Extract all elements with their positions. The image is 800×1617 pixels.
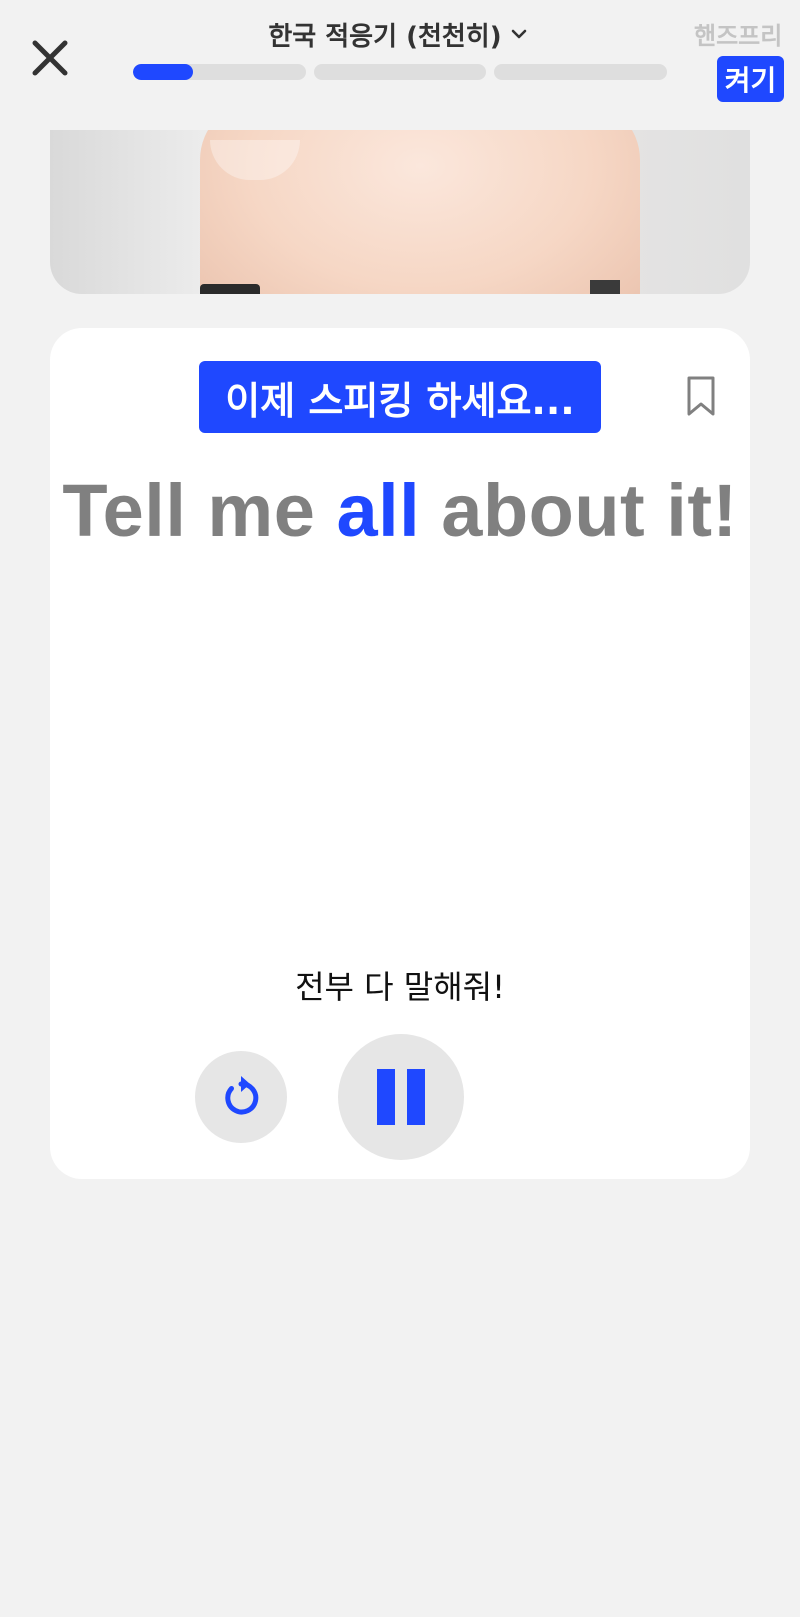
bookmark-button[interactable]: [686, 375, 716, 417]
progress-segment: [133, 64, 306, 80]
sentence-text-after: about it!: [420, 469, 738, 552]
lesson-progress: [133, 64, 668, 80]
replay-button[interactable]: [195, 1051, 287, 1143]
video-player[interactable]: [50, 130, 750, 294]
progress-segment: [313, 64, 487, 80]
pause-icon: [377, 1069, 425, 1125]
sentence-translation: 전부 다 말해줘!: [295, 968, 505, 1006]
lesson-title-dropdown[interactable]: 한국 적응기 (천천히): [130, 14, 668, 54]
bookmark-icon: [687, 376, 715, 416]
practice-sentence: Tell me all about it!: [50, 468, 750, 553]
handsfree-toggle-button[interactable]: 켜기: [717, 56, 784, 102]
sentence-highlight-word: all: [336, 469, 421, 552]
close-icon: [32, 40, 68, 76]
lesson-title: 한국 적응기 (천천히): [268, 21, 502, 52]
sentence-text-before: Tell me: [62, 469, 337, 552]
handsfree-label: 핸즈프리: [694, 22, 783, 50]
chevron-down-icon: [508, 23, 530, 45]
speaking-card: 이제 스피킹 하세요... Tell me all about it! 전부 다…: [50, 328, 750, 1179]
close-button[interactable]: [28, 36, 72, 80]
replay-icon: [225, 1076, 259, 1115]
lesson-screen: 한국 적응기 (천천히) 핸즈프리 켜기 이제 스피킹 하세요... Tell …: [0, 0, 800, 1617]
pause-button[interactable]: [338, 1034, 464, 1160]
progress-segment: [494, 64, 668, 80]
speak-prompt-badge: 이제 스피킹 하세요...: [199, 361, 601, 433]
